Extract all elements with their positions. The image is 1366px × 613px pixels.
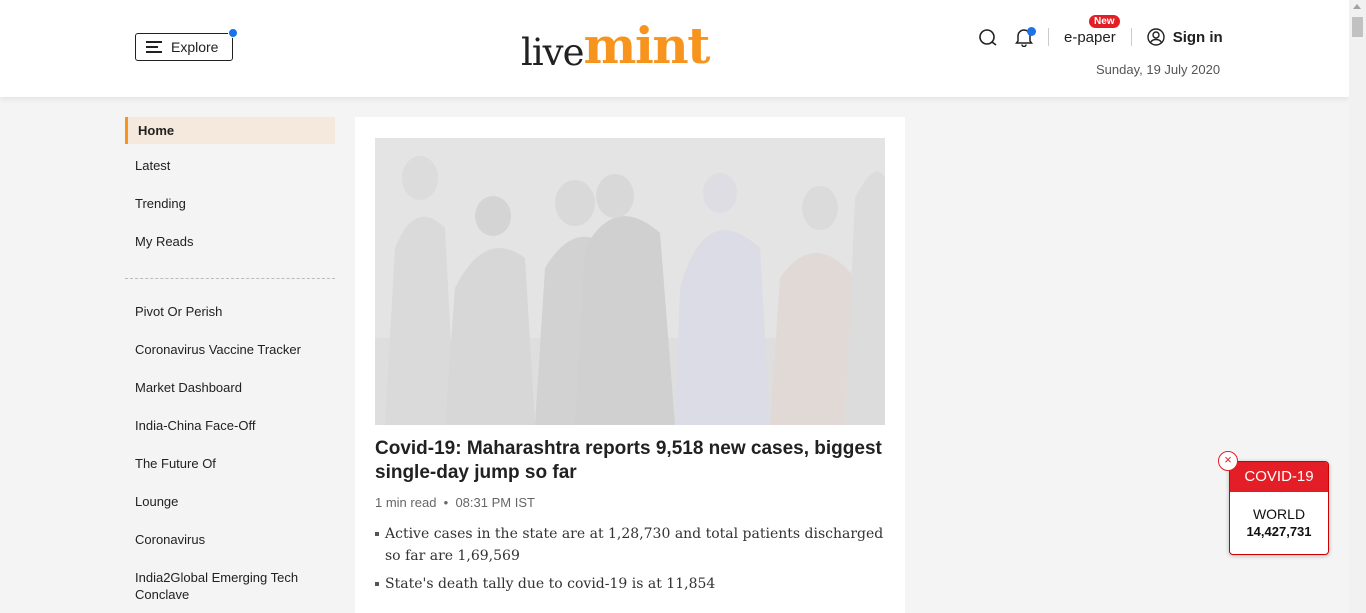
covid-widget-title: COVID-19 [1230,462,1328,492]
epaper-label: e-paper [1064,28,1116,46]
page-scrollbar[interactable] [1349,0,1366,613]
livemint-logo[interactable]: live mint [521,16,710,76]
epaper-link[interactable]: e-paper New [1064,14,1120,46]
sidebar-item-india2global[interactable]: India2Global Emerging Tech Conclave [125,569,335,603]
covid-world-count: 14,427,731 [1246,524,1312,539]
story-summary: Active cases in the state are at 1,28,73… [375,523,897,601]
sidebar-item-market-dashboard[interactable]: Market Dashboard [125,379,335,396]
user-icon [1147,28,1165,46]
sign-in-button[interactable]: Sign in [1147,28,1223,46]
sidebar-divider [125,278,335,279]
bullet-square-icon [375,532,379,536]
scroll-up-arrow-icon[interactable] [1353,4,1361,9]
sidebar-item-trending[interactable]: Trending [125,195,335,212]
summary-text: Active cases in the state are at 1,28,73… [385,526,884,564]
sidebar-item-lounge[interactable]: Lounge [125,493,335,510]
scrollbar-thumb[interactable] [1352,17,1363,37]
bell-notification-dot [1027,27,1036,36]
summary-text: State's death tally due to covid-19 is a… [385,576,716,592]
sign-in-label: Sign in [1172,28,1223,46]
sidebar-item-vaccine-tracker[interactable]: Coronavirus Vaccine Tracker [125,341,335,358]
bullet-square-icon [375,582,379,586]
sidebar-item-the-future-of[interactable]: The Future Of [125,455,335,472]
header-divider [1130,28,1132,46]
lead-story-card: Covid-19: Maharashtra reports 9,518 new … [355,117,905,613]
lead-story-image[interactable] [375,138,885,425]
sidebar-nav: Home Latest Trending My Reads Pivot Or P… [125,117,335,603]
covid-tracker-widget[interactable]: COVID-19 WORLD 14,427,731 [1229,461,1329,555]
new-badge: New [1089,14,1120,28]
close-icon[interactable]: × [1218,451,1238,471]
menu-icon [146,41,162,53]
sidebar-item-coronavirus[interactable]: Coronavirus [125,531,335,548]
notification-dot-icon [228,28,238,38]
logo-live-text: live [521,31,584,74]
sidebar-item-latest[interactable]: Latest [125,157,335,174]
covid-region-label: WORLD [1252,506,1306,522]
logo-mint-text: mint [583,16,710,75]
meta-separator: • [440,495,452,510]
current-date: Sunday, 19 July 2020 [1096,62,1221,77]
lead-story-headline[interactable]: Covid-19: Maharashtra reports 9,518 new … [375,437,895,485]
read-time: 1 min read [375,495,437,510]
summary-bullet: Active cases in the state are at 1,28,73… [375,523,897,567]
explore-label: Explore [171,39,219,55]
summary-bullet: State's death tally due to covid-19 is a… [375,573,897,595]
site-header: Explore live mint e-paper New Sign in Su… [0,0,1349,97]
story-meta: 1 min read • 08:31 PM IST [375,495,535,510]
publish-time: 08:31 PM IST [455,495,535,510]
sidebar-item-my-reads[interactable]: My Reads [125,233,335,250]
sidebar-item-home[interactable]: Home [125,117,335,144]
sidebar-item-india-china[interactable]: India-China Face-Off [125,417,335,434]
header-divider [1048,28,1049,46]
sidebar-item-pivot-or-perish[interactable]: Pivot Or Perish [125,303,335,320]
bell-icon[interactable] [1012,25,1036,49]
header-actions: e-paper New Sign in [976,14,1223,50]
search-icon[interactable] [976,25,1000,49]
explore-button[interactable]: Explore [135,28,238,61]
